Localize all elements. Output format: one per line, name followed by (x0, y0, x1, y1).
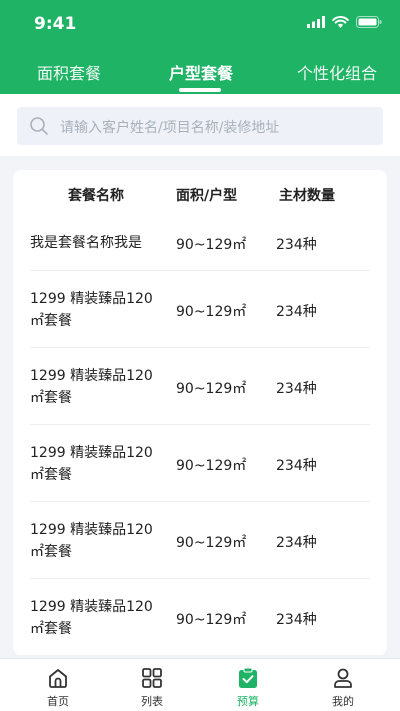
table-row[interactable]: 1299 精装臻品120㎡套餐 90~129㎡ 234种 (13, 425, 387, 502)
home-icon (49, 669, 67, 688)
package-area: 90~129㎡ (176, 612, 247, 628)
table-row[interactable]: 1299 精装臻品120㎡套餐 90~129㎡ 234种 (13, 579, 387, 655)
status-bar: 9:41 (0, 0, 400, 48)
header-area-layout: 面积/户型 (176, 188, 238, 204)
package-name: 1299 精装臻品120㎡套餐 (30, 599, 153, 637)
status-time: 9:41 (34, 14, 77, 34)
user-icon (334, 668, 352, 688)
table-row[interactable]: 1299 精装臻品120㎡套餐 90~129㎡ 234种 (13, 502, 387, 579)
header-material-count: 主材数量 (279, 188, 335, 204)
search-icon (30, 117, 48, 135)
nav-list[interactable]: 列表 (122, 659, 182, 711)
search-input[interactable]: 请输入客户姓名/项目名称/装修地址 (17, 107, 383, 145)
package-name: 我是套餐名称我是 (30, 235, 142, 251)
nav-profile-label: 我的 (332, 695, 354, 708)
clipboard-check-icon (239, 667, 257, 688)
tab-layout-package[interactable]: 户型套餐 (169, 60, 233, 84)
active-tab-indicator (179, 88, 221, 92)
battery-icon (356, 16, 382, 28)
nav-home[interactable]: 首页 (28, 659, 88, 711)
header-package-name: 套餐名称 (68, 188, 124, 204)
package-material-count: 234种 (276, 381, 317, 397)
package-area: 90~129㎡ (176, 535, 247, 551)
table-row[interactable]: 我是套餐名称我是 90~129㎡ 234种 (13, 215, 387, 271)
tab-custom-combo[interactable]: 个性化组合 (297, 60, 377, 84)
package-material-count: 234种 (276, 304, 317, 320)
package-material-count: 234种 (276, 237, 317, 253)
nav-profile[interactable]: 我的 (313, 659, 373, 711)
nav-list-label: 列表 (141, 695, 163, 708)
wifi-icon (332, 16, 349, 28)
status-icons (307, 16, 382, 28)
search-section: 请输入客户姓名/项目名称/装修地址 (0, 94, 400, 156)
package-material-count: 234种 (276, 612, 317, 628)
package-material-count: 234种 (276, 535, 317, 551)
package-material-count: 234种 (276, 458, 317, 474)
package-name: 1299 精装臻品120㎡套餐 (30, 445, 153, 483)
search-placeholder: 请输入客户姓名/项目名称/装修地址 (60, 120, 280, 136)
grid-icon (142, 668, 162, 688)
app-header: 9:41 面积套餐 户型套餐 个性化组合 (0, 0, 400, 94)
package-area: 90~129㎡ (176, 304, 247, 320)
package-name: 1299 精装臻品120㎡套餐 (30, 368, 153, 406)
table-row[interactable]: 1299 精装臻品120㎡套餐 90~129㎡ 234种 (13, 271, 387, 348)
table-row[interactable]: 1299 精装臻品120㎡套餐 90~129㎡ 234种 (13, 348, 387, 425)
package-area: 90~129㎡ (176, 237, 247, 253)
package-area: 90~129㎡ (176, 458, 247, 474)
package-area: 90~129㎡ (176, 381, 247, 397)
bottom-nav: 首页 列表 预算 我的 (0, 658, 400, 711)
package-name: 1299 精装臻品120㎡套餐 (30, 291, 153, 329)
nav-home-label: 首页 (47, 695, 69, 708)
nav-budget-label: 预算 (237, 695, 259, 708)
nav-budget[interactable]: 预算 (218, 659, 278, 711)
tab-area-package[interactable]: 面积套餐 (37, 60, 101, 84)
signal-icon (307, 16, 325, 28)
package-name: 1299 精装臻品120㎡套餐 (30, 522, 153, 560)
package-table: 套餐名称 面积/户型 主材数量 我是套餐名称我是 90~129㎡ 234种 12… (13, 170, 387, 655)
